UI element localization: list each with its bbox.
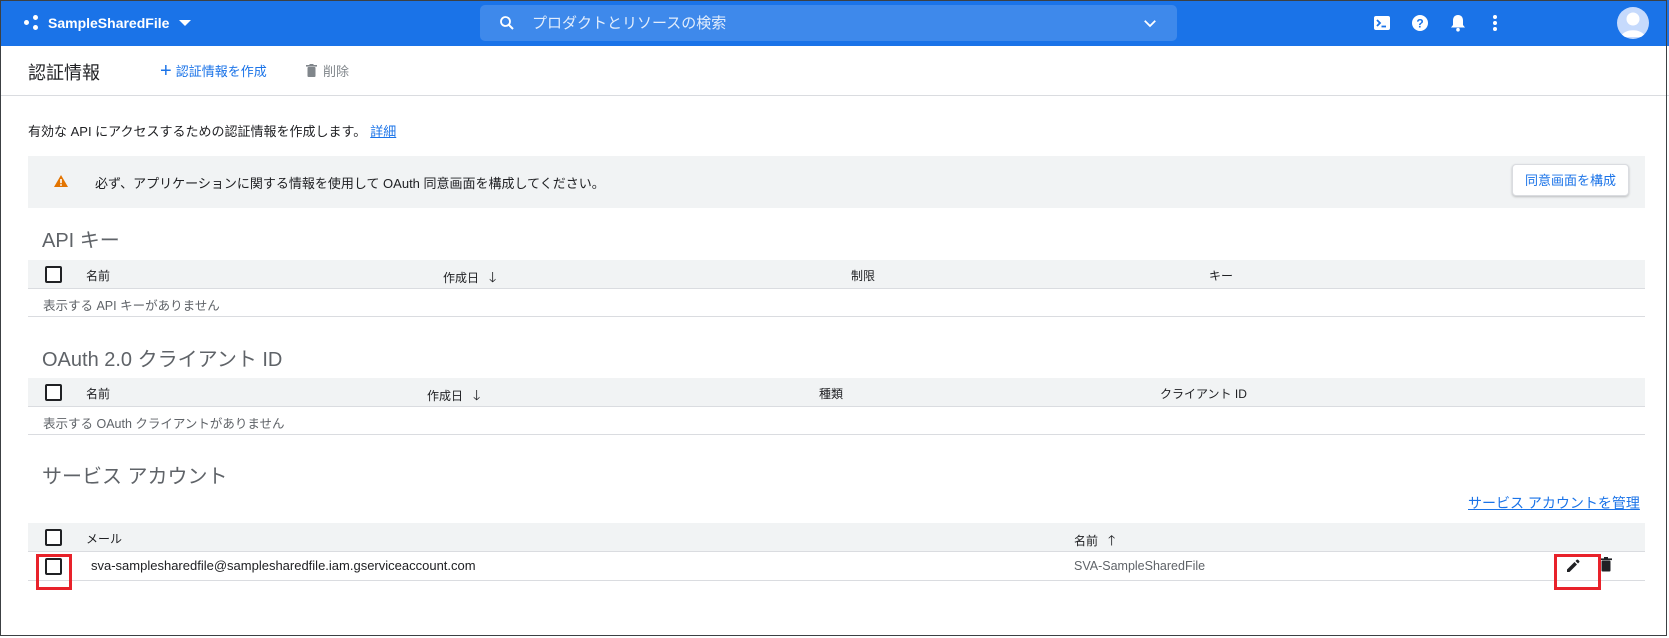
arrow-up-icon: 🡑 — [1108, 532, 1116, 548]
column-key[interactable]: キー — [1209, 267, 1233, 284]
oauth-table-header: 名前 作成日 🡓 種類 クライアント ID — [28, 378, 1645, 407]
row-select-checkbox[interactable] — [45, 558, 62, 575]
trash-icon — [306, 64, 317, 77]
edit-pencil-icon[interactable] — [1565, 558, 1581, 574]
cloud-shell-icon[interactable] — [1370, 11, 1394, 35]
column-client-id[interactable]: クライアント ID — [1160, 385, 1247, 402]
banner-message: 必ず、アプリケーションに関する情報を使用して OAuth 同意画面を構成してくだ… — [95, 176, 605, 191]
search-input[interactable] — [530, 13, 1141, 33]
service-account-name: SVA-SampleSharedFile — [1074, 559, 1206, 573]
search-bar[interactable] — [480, 5, 1177, 41]
plus-icon: + — [160, 59, 172, 82]
table-row: sva-samplesharedfile@samplesharedfile.ia… — [28, 552, 1645, 581]
service-accounts-table-header: メール 名前 🡑 — [28, 523, 1645, 552]
search-icon — [500, 16, 514, 30]
page-title: 認証情報 — [28, 63, 100, 83]
column-name[interactable]: 名前 — [86, 385, 110, 402]
project-name: SampleSharedFile — [48, 15, 170, 31]
api-keys-select-all-checkbox[interactable] — [45, 266, 62, 283]
empty-message: 表示する API キーがありません — [43, 299, 220, 313]
service-account-email: sva-samplesharedfile@samplesharedfile.ia… — [91, 558, 476, 573]
api-keys-empty-row: 表示する API キーがありません — [28, 288, 1645, 317]
top-app-bar: SampleSharedFile ? — [0, 0, 1669, 46]
column-email[interactable]: メール — [86, 530, 122, 547]
oauth-consent-warning-banner: 必ず、アプリケーションに関する情報を使用して OAuth 同意画面を構成してくだ… — [28, 156, 1645, 208]
notifications-bell-icon[interactable] — [1446, 11, 1470, 35]
warning-icon — [54, 175, 68, 187]
caret-down-icon — [179, 20, 192, 26]
manage-service-accounts-link[interactable]: サービス アカウントを管理 — [1468, 493, 1640, 513]
column-created-label: 作成日 — [427, 389, 464, 403]
oauth-empty-row: 表示する OAuth クライアントがありません — [28, 406, 1645, 435]
project-selector[interactable]: SampleSharedFile — [24, 0, 192, 46]
svg-text:?: ? — [1416, 17, 1423, 31]
help-icon[interactable]: ? — [1408, 11, 1432, 35]
create-credentials-button[interactable]: + 認証情報を作成 — [160, 59, 267, 82]
column-type[interactable]: 種類 — [819, 385, 843, 402]
account-avatar[interactable] — [1617, 7, 1649, 39]
service-accounts-select-all-checkbox[interactable] — [45, 529, 62, 546]
oauth-select-all-checkbox[interactable] — [45, 384, 62, 401]
learn-more-link[interactable]: 詳細 — [370, 124, 396, 139]
delete-trash-icon[interactable] — [1600, 557, 1614, 573]
chevron-down-icon[interactable] — [1141, 14, 1159, 32]
column-name[interactable]: 名前 🡑 — [1074, 530, 1115, 554]
configure-consent-screen-button[interactable]: 同意画面を構成 — [1511, 164, 1629, 196]
more-options-icon[interactable] — [1483, 11, 1507, 35]
column-created-label: 作成日 — [443, 271, 480, 285]
intro-text: 有効な API にアクセスするための認証情報を作成します。 詳細 — [28, 121, 396, 140]
intro-description: 有効な API にアクセスするための認証情報を作成します。 — [28, 124, 367, 139]
delete-button[interactable]: 削除 — [306, 61, 349, 80]
api-keys-heading: API キー — [42, 230, 120, 252]
oauth-clients-heading: OAuth 2.0 クライアント ID — [42, 349, 283, 371]
avatar-person-icon — [1621, 12, 1645, 37]
project-icon — [24, 15, 40, 31]
column-name[interactable]: 名前 — [86, 267, 110, 284]
empty-message: 表示する OAuth クライアントがありません — [43, 417, 285, 431]
delete-label: 削除 — [323, 64, 350, 79]
api-keys-table-header: 名前 作成日 🡓 制限 キー — [28, 260, 1645, 289]
page-action-bar: 認証情報 + 認証情報を作成 削除 — [0, 46, 1669, 96]
column-name-label: 名前 — [1074, 534, 1099, 548]
create-credentials-label: 認証情報を作成 — [175, 64, 267, 79]
service-accounts-heading: サービス アカウント — [42, 466, 228, 488]
column-restrictions[interactable]: 制限 — [851, 267, 875, 284]
